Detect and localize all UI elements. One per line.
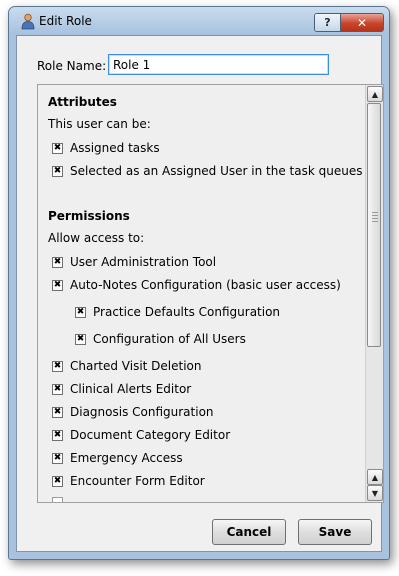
checkbox-label: User Administration Tool	[70, 255, 217, 269]
permission-auto-notes[interactable]: Auto-Notes Configuration (basic user acc…	[52, 278, 341, 292]
user-icon	[21, 13, 35, 30]
scrollbar-thumb[interactable]	[367, 103, 381, 347]
checkbox-label: Encounter Form Editor	[70, 474, 205, 488]
scroll-up-arrow-icon[interactable]: ▲	[367, 86, 383, 102]
title-bar[interactable]: Edit Role ? ✕	[9, 7, 389, 35]
permissions-subtext: Allow access to:	[48, 231, 145, 245]
checkbox[interactable]	[52, 360, 63, 372]
checkbox[interactable]	[52, 429, 63, 441]
attributes-subtext: This user can be:	[48, 117, 151, 131]
checkbox-label: Clinical Alerts Editor	[70, 382, 192, 396]
permissions-panel: Attributes This user can be: Assigned ta…	[37, 84, 384, 503]
attribute-assigned-user[interactable]: Selected as an Assigned User in the task…	[52, 164, 362, 178]
close-button[interactable]: ✕	[341, 14, 383, 31]
scroll-down-arrow-icon[interactable]: ▼	[367, 485, 383, 501]
permission-document-category[interactable]: Document Category Editor	[52, 428, 230, 442]
scroll-up-arrow-icon-lower[interactable]: ▲	[367, 469, 383, 485]
attributes-heading: Attributes	[48, 95, 117, 109]
checkbox[interactable]	[52, 452, 63, 464]
cancel-button[interactable]: Cancel	[212, 519, 286, 545]
checkbox-label: Diagnosis Configuration	[70, 405, 214, 419]
permission-diagnosis-config[interactable]: Diagnosis Configuration	[52, 405, 214, 419]
checkbox[interactable]	[52, 256, 63, 268]
grip-icon	[372, 212, 378, 224]
checkbox[interactable]	[52, 279, 63, 291]
checkbox-label: Selected as an Assigned User in the task…	[70, 164, 363, 178]
checkbox[interactable]	[52, 165, 63, 177]
checkbox[interactable]	[52, 497, 63, 502]
dialog-body: Role Name: Attributes This user can be: …	[16, 35, 384, 552]
checkbox[interactable]	[75, 333, 86, 345]
permission-all-users-config[interactable]: Configuration of All Users	[75, 332, 246, 346]
edit-role-dialog: Edit Role ? ✕ Role Name: Attributes This…	[8, 6, 390, 560]
panel-content: Attributes This user can be: Assigned ta…	[38, 85, 364, 502]
attribute-assigned-tasks[interactable]: Assigned tasks	[52, 141, 160, 155]
checkbox-label: Emergency Access	[70, 451, 183, 465]
permissions-heading: Permissions	[48, 209, 130, 223]
vertical-scrollbar[interactable]: ▲ ▲ ▼	[365, 85, 383, 502]
permission-emergency-access[interactable]: Emergency Access	[52, 451, 183, 465]
permission-charted-visit-deletion[interactable]: Charted Visit Deletion	[52, 359, 202, 373]
checkbox-label: Assigned tasks	[70, 141, 160, 155]
permission-encounter-form[interactable]: Encounter Form Editor	[52, 474, 205, 488]
window-title: Edit Role	[39, 14, 92, 28]
save-button[interactable]: Save	[298, 519, 372, 545]
title-buttons: ? ✕	[314, 13, 384, 32]
help-button[interactable]: ?	[315, 14, 341, 31]
checkbox-label: Auto-Notes Configuration (basic user acc…	[70, 278, 341, 292]
permission-clinical-alerts[interactable]: Clinical Alerts Editor	[52, 382, 191, 396]
checkbox-label: Configuration of All Users	[93, 332, 246, 346]
checkbox-label: Document Category Editor	[70, 428, 231, 442]
permission-practice-defaults[interactable]: Practice Defaults Configuration	[75, 305, 280, 319]
checkbox[interactable]	[52, 383, 63, 395]
partially-visible-row[interactable]	[52, 497, 70, 502]
checkbox[interactable]	[52, 142, 63, 154]
role-name-label: Role Name:	[37, 59, 107, 73]
permission-user-admin[interactable]: User Administration Tool	[52, 255, 216, 269]
checkbox[interactable]	[52, 406, 63, 418]
role-name-input[interactable]	[108, 54, 329, 75]
checkbox[interactable]	[52, 475, 63, 487]
checkbox[interactable]	[75, 306, 86, 318]
checkbox-label: Practice Defaults Configuration	[93, 305, 281, 319]
checkbox-label: Charted Visit Deletion	[70, 359, 202, 373]
